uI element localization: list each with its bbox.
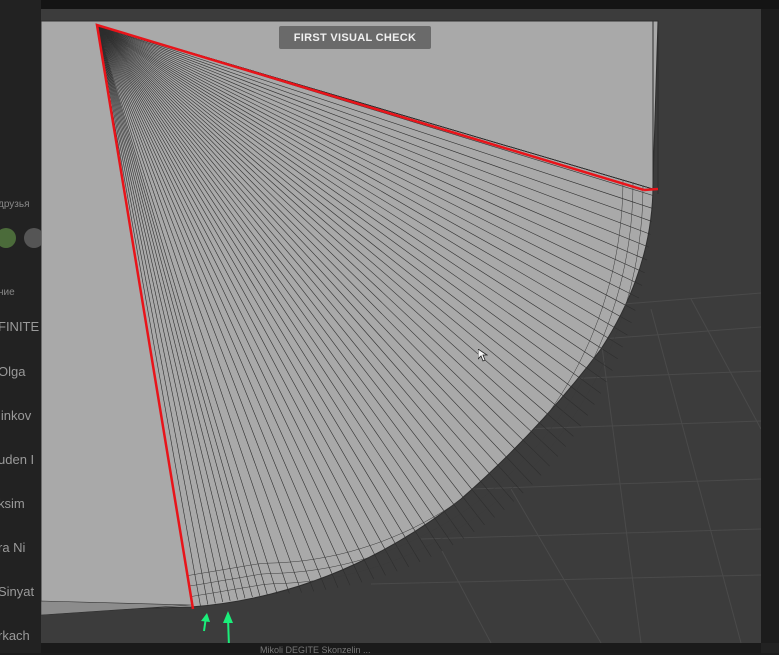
window-top-strip (41, 0, 779, 9)
highlight-outline (643, 187, 659, 192)
bg-section-label: ние (0, 287, 15, 298)
bg-list-item[interactable]: uden I (0, 452, 34, 467)
arrow-up-icon (223, 611, 233, 643)
grid-line (470, 478, 761, 490)
bg-list-item[interactable]: Olga (0, 364, 25, 379)
grid-line (510, 488, 602, 643)
mesh-surface (41, 20, 659, 612)
grid-line (650, 308, 742, 643)
grid-line (690, 298, 761, 430)
grid-line (420, 528, 761, 540)
grid-line (600, 338, 642, 643)
grid-line (560, 370, 761, 380)
bg-friends-header: друзья (0, 199, 30, 210)
grid-line (600, 326, 761, 340)
3d-viewport[interactable]: FIRST VISUAL CHECK (41, 9, 761, 643)
bottom-strip (41, 643, 761, 653)
bg-list-item[interactable]: FINITE (0, 319, 39, 334)
bg-list-item[interactable]: rkach (0, 628, 30, 643)
bg-list-item[interactable]: ksim (0, 496, 25, 511)
grid-line (440, 548, 492, 643)
bottom-caption: Mikoli DEGITE Skonzelin ... (260, 645, 371, 655)
right-panel-edge (761, 9, 779, 643)
arrow-up-icon (201, 613, 210, 632)
bg-list-item[interactable]: ra Ni (0, 540, 25, 555)
bg-list-item[interactable]: linkov (0, 408, 31, 423)
first-visual-check-badge: FIRST VISUAL CHECK (279, 26, 431, 49)
bg-list-item[interactable]: Sinyat (0, 584, 34, 599)
mouse-cursor-icon (478, 349, 488, 362)
mesh-render (41, 20, 761, 643)
avatar (0, 228, 16, 248)
